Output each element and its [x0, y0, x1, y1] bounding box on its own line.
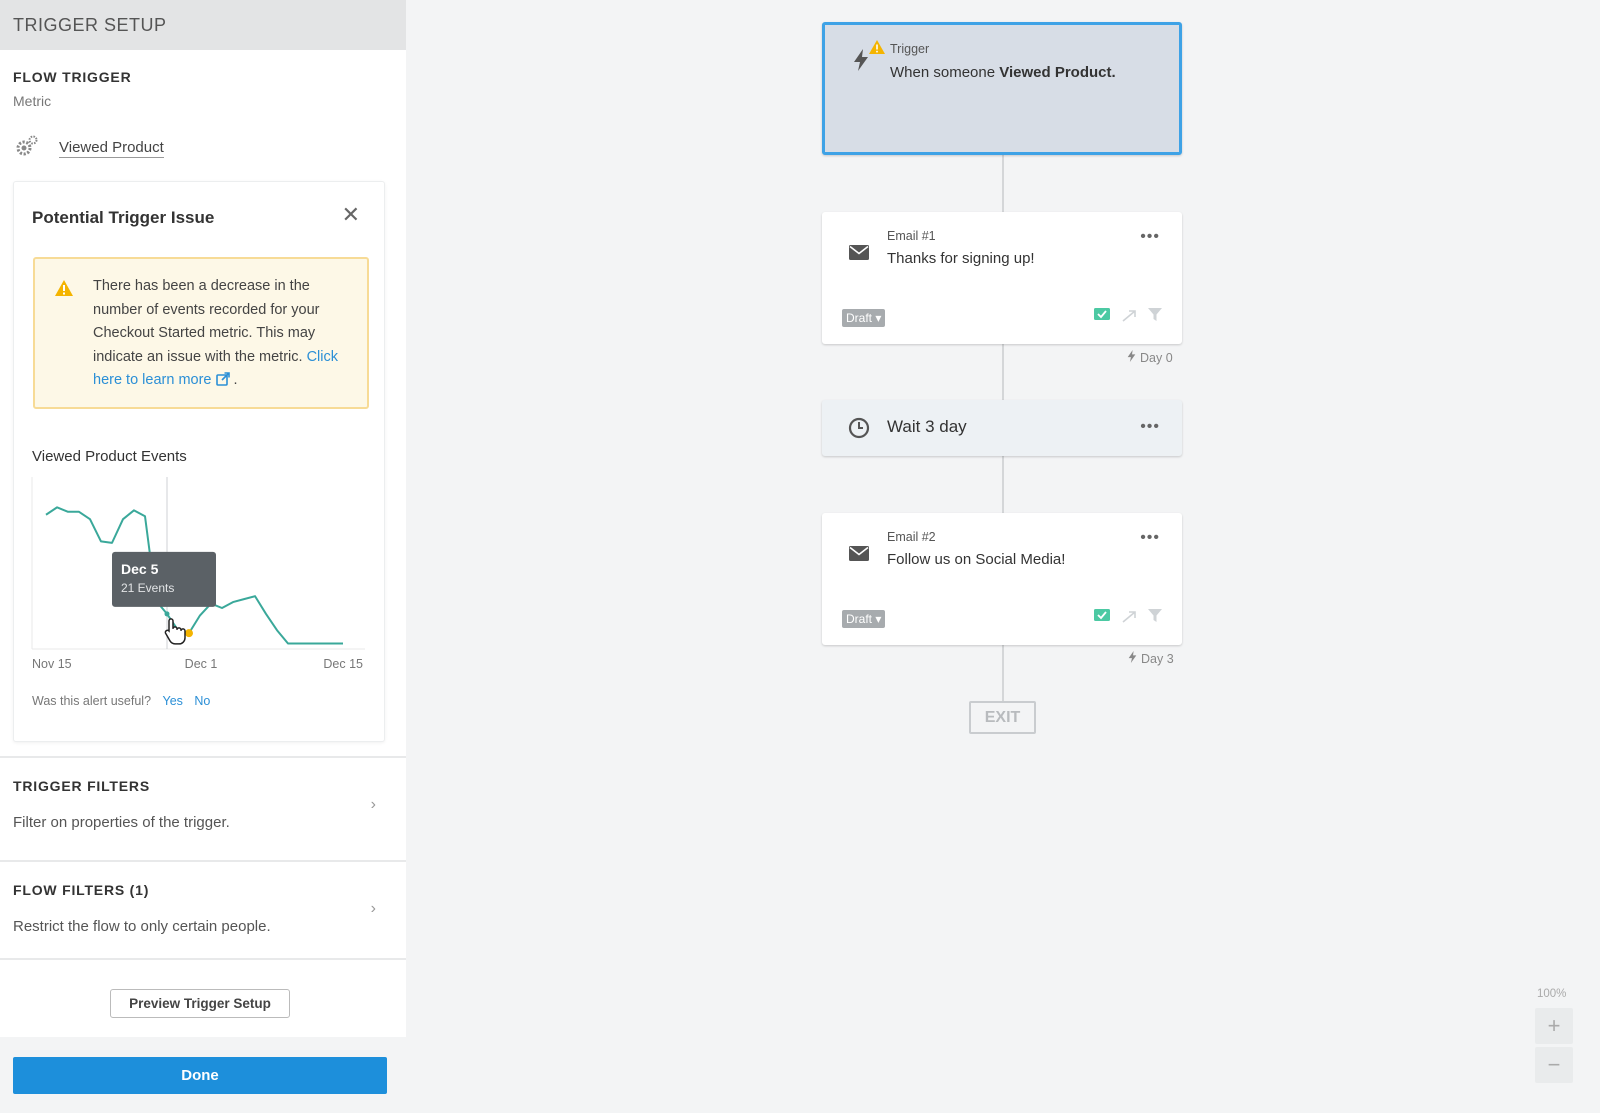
email-node-2[interactable]: Email #2 Follow us on Social Media! ••• …: [822, 513, 1182, 645]
email-node-1[interactable]: Email #1 Thanks for signing up! ••• Draf…: [822, 212, 1182, 344]
email-subject: Follow us on Social Media!: [887, 551, 1066, 568]
trigger-label: Trigger: [890, 42, 930, 56]
email-subject: Thanks for signing up!: [887, 250, 1035, 267]
flow-trigger-type: Metric: [13, 93, 52, 109]
more-icon[interactable]: •••: [1140, 530, 1160, 546]
drop-marker-point: [185, 629, 193, 638]
connector-line: [1002, 456, 1004, 513]
email-label: Email #1: [887, 229, 936, 243]
warning-icon: [54, 279, 74, 302]
connector-line: [1002, 344, 1004, 400]
trigger-node[interactable]: Trigger When someone Viewed Product.: [822, 22, 1182, 155]
events-line-chart[interactable]: Dec 5 21 Events Nov 15 Dec 1 Dec 15: [31, 477, 371, 682]
zoom-in-button[interactable]: +: [1535, 1008, 1573, 1044]
connector-line: [1002, 155, 1004, 212]
filter-icon: [1148, 308, 1162, 327]
trigger-text: When someone Viewed Product.: [890, 64, 1116, 81]
tooltip-value: 21 Events: [121, 581, 174, 595]
trigger-filters-title: TRIGGER FILTERS: [13, 778, 150, 794]
chart-tooltip: Dec 5 21 Events: [112, 551, 216, 607]
day-label: Day 3: [1128, 651, 1174, 666]
warning-icon: [868, 39, 886, 60]
smart-send-icon: [1122, 610, 1136, 628]
chart-title: Viewed Product Events: [32, 448, 187, 465]
issue-title: Potential Trigger Issue: [32, 208, 215, 227]
approval-icon: [1094, 308, 1110, 327]
warning-alert: There has been a decrease in the number …: [33, 257, 369, 409]
trigger-setup-panel: TRIGGER SETUP FLOW TRIGGER Metric Viewed…: [0, 0, 406, 1113]
zoom-level: 100%: [1537, 988, 1567, 1000]
preview-trigger-setup-button[interactable]: Preview Trigger Setup: [110, 989, 290, 1018]
panel-header: TRIGGER SETUP: [0, 0, 406, 50]
x-tick-label: Nov 15: [32, 657, 72, 671]
bolt-icon: [1128, 651, 1137, 666]
zoom-out-button[interactable]: −: [1535, 1047, 1573, 1083]
warning-text: There has been a decrease in the number …: [93, 278, 338, 388]
gear-icon: [13, 134, 39, 163]
flow-filters-title: FLOW FILTERS (1): [13, 882, 150, 898]
wait-node[interactable]: Wait 3 day •••: [822, 400, 1182, 456]
minus-icon: −: [1547, 1052, 1561, 1077]
status-dropdown[interactable]: Draft ▾: [842, 610, 886, 628]
external-link-icon: [215, 372, 234, 388]
envelope-icon: [849, 245, 869, 265]
filter-icon: [1148, 609, 1162, 628]
highlight-point: [164, 611, 170, 617]
x-tick-label: Dec 15: [323, 657, 363, 671]
smart-send-icon: [1122, 309, 1136, 327]
email-status-icons: [1094, 609, 1162, 628]
tooltip-date: Dec 5: [121, 561, 159, 577]
approval-icon: [1094, 609, 1110, 628]
trigger-filters-row[interactable]: TRIGGER FILTERS Filter on properties of …: [0, 756, 406, 852]
day-label: Day 0: [1127, 350, 1173, 365]
close-icon[interactable]: ✕: [342, 204, 360, 226]
envelope-icon: [849, 546, 869, 566]
email-label: Email #2: [887, 530, 936, 544]
metric-name[interactable]: Viewed Product: [59, 139, 164, 158]
bolt-icon: [1127, 350, 1136, 365]
trigger-filters-desc: Filter on properties of the trigger.: [13, 814, 230, 831]
email-status-icons: [1094, 308, 1162, 327]
divider: [0, 958, 406, 960]
wait-text: Wait 3 day: [887, 417, 967, 436]
x-tick-labels: Nov 15 Dec 1 Dec 15: [32, 657, 363, 671]
plus-icon: +: [1547, 1013, 1561, 1038]
connector-line: [1002, 645, 1004, 701]
exit-node[interactable]: EXIT: [969, 701, 1036, 734]
done-button[interactable]: Done: [13, 1057, 387, 1094]
trigger-issue-card: Potential Trigger Issue ✕ There has been…: [13, 181, 385, 742]
more-icon[interactable]: •••: [1140, 419, 1160, 435]
x-tick-label: Dec 1: [185, 657, 218, 671]
status-dropdown[interactable]: Draft ▾: [842, 309, 886, 327]
chevron-right-icon: ›: [370, 796, 376, 813]
flow-trigger-title: FLOW TRIGGER: [13, 69, 132, 85]
metric-row[interactable]: Viewed Product: [13, 134, 164, 163]
hand-cursor-icon: [164, 618, 186, 645]
more-icon[interactable]: •••: [1140, 229, 1160, 245]
flow-filters-desc: Restrict the flow to only certain people…: [13, 918, 271, 935]
bolt-icon: [853, 49, 869, 76]
feedback-yes-link[interactable]: Yes: [163, 694, 183, 708]
clock-icon: [848, 417, 870, 444]
flow-filters-row[interactable]: FLOW FILTERS (1) Restrict the flow to on…: [0, 860, 406, 956]
chevron-right-icon: ›: [370, 900, 376, 917]
feedback-no-link[interactable]: No: [194, 694, 210, 708]
feedback-row: Was this alert useful? Yes No: [32, 694, 211, 708]
